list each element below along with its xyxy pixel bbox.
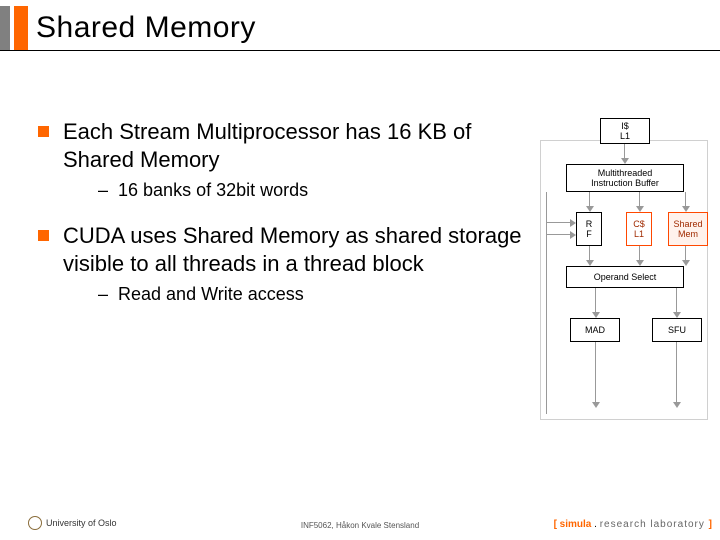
- box-mib: Multithreaded Instruction Buffer: [566, 164, 684, 192]
- arrow-line: [589, 192, 590, 206]
- box-icache: I$ L1: [600, 118, 650, 144]
- label: Multithreaded Instruction Buffer: [591, 168, 659, 189]
- arrow-line: [639, 192, 640, 206]
- arrow-line: [685, 246, 686, 260]
- arrow-line: [546, 192, 547, 414]
- footer-lab-logo: [ simula . research laboratory ]: [554, 519, 712, 530]
- arrow-line: [546, 234, 570, 235]
- arrow-line: [685, 192, 686, 206]
- title-underline: [0, 50, 720, 51]
- sub-bullet-text: Read and Write access: [118, 283, 304, 306]
- box-shared-mem: Shared Mem: [668, 212, 708, 246]
- arrow-line: [595, 288, 596, 312]
- sub-bullet-item: – 16 banks of 32bit words: [98, 179, 528, 202]
- brand-lab: research laboratory: [600, 519, 709, 530]
- arrow-head-right-icon: [570, 231, 576, 239]
- label: MAD: [585, 325, 605, 335]
- label: I$ L1: [620, 121, 630, 142]
- label: C$ L1: [633, 219, 645, 240]
- slide: Shared Memory Each Stream Multiprocessor…: [0, 0, 720, 540]
- bracket-close-icon: ]: [709, 519, 712, 530]
- arrow-head-down-icon: [592, 402, 600, 408]
- body-content: Each Stream Multiprocessor has 16 KB of …: [38, 118, 528, 327]
- box-ccache: C$ L1: [626, 212, 652, 246]
- arrow-line: [624, 144, 625, 158]
- arrow-line: [676, 288, 677, 312]
- label: Operand Select: [594, 272, 657, 282]
- slide-title: Shared Memory: [36, 6, 256, 50]
- sub-bullet-text: 16 banks of 32bit words: [118, 179, 308, 202]
- label: R F: [586, 219, 593, 240]
- accent-gap: [28, 6, 36, 50]
- arrow-line: [639, 246, 640, 260]
- arrow-line: [676, 342, 677, 402]
- accent-stripe-gray: [0, 6, 10, 50]
- bullet-square-icon: [38, 230, 49, 241]
- title-bar: Shared Memory: [0, 6, 720, 50]
- footer: University of Oslo INF5062, Håkon Kvale …: [0, 510, 720, 530]
- arrow-head-down-icon: [673, 402, 681, 408]
- label: SFU: [668, 325, 686, 335]
- accent-stripe-orange: [14, 6, 28, 50]
- arrow-line: [589, 246, 590, 260]
- brand-simula: simula: [557, 519, 594, 530]
- box-sfu: SFU: [652, 318, 702, 342]
- box-operand-select: Operand Select: [566, 266, 684, 288]
- bullet-item: CUDA uses Shared Memory as shared storag…: [38, 222, 528, 277]
- dash-icon: –: [98, 179, 108, 202]
- dash-icon: –: [98, 283, 108, 306]
- bullet-text: Each Stream Multiprocessor has 16 KB of …: [63, 118, 528, 173]
- label: Shared Mem: [673, 219, 702, 240]
- arrow-line: [546, 222, 570, 223]
- arrow-head-right-icon: [570, 219, 576, 227]
- bullet-text: CUDA uses Shared Memory as shared storag…: [63, 222, 528, 277]
- box-rf: R F: [576, 212, 602, 246]
- box-mad: MAD: [570, 318, 620, 342]
- sub-bullet-item: – Read and Write access: [98, 283, 528, 306]
- bullet-item: Each Stream Multiprocessor has 16 KB of …: [38, 118, 528, 173]
- bullet-square-icon: [38, 126, 49, 137]
- arrow-line: [595, 342, 596, 402]
